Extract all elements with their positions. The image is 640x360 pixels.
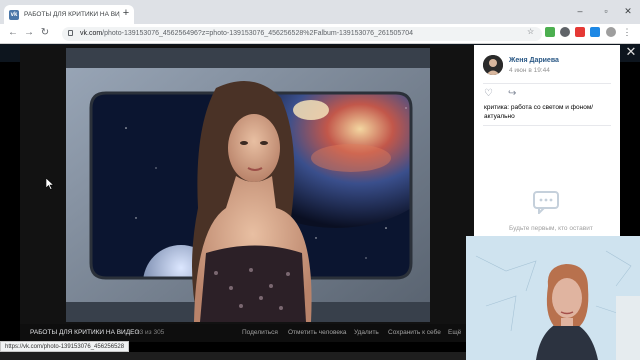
browser-toolbar: ← → ↻ vk.com/photo-139153076_456256496?z…: [0, 24, 640, 44]
no-comments-text: Будьте первым, кто оставит: [509, 225, 593, 232]
screen: vk РАБОТЫ ДЛЯ КРИТИКИ НА ВИДЕ × + – ▫ ✕ …: [0, 0, 640, 360]
taskbar-strip: [0, 352, 466, 360]
photo-info-panel: Женя Дариева 4 июн в 19:44 ♡ ↪ критика: …: [474, 45, 620, 245]
save-button[interactable]: Сохранить к себе: [388, 329, 441, 336]
forward-icon[interactable]: →: [22, 27, 36, 38]
url-path: /photo-139153076_456256496?z=photo-13915…: [102, 30, 413, 37]
menu-icon[interactable]: ⋮: [622, 27, 632, 37]
profile-icon[interactable]: [606, 27, 616, 37]
browser-tabbar: vk РАБОТЫ ДЛЯ КРИТИКИ НА ВИДЕ × + – ▫ ✕: [0, 0, 640, 24]
delete-button[interactable]: Удалить: [354, 329, 379, 336]
url-text: vk.com/photo-139153076_456256496?z=photo…: [80, 30, 413, 37]
status-url-tooltip: https://vk.com/photo-139153076_456256528: [0, 341, 130, 352]
album-title[interactable]: РАБОТЫ ДЛЯ КРИТИКИ НА ВИДЕО: [30, 329, 140, 336]
tab-title: РАБОТЫ ДЛЯ КРИТИКИ НА ВИДЕ: [24, 11, 120, 18]
webcam-video: [466, 236, 640, 360]
bookmark-star-icon[interactable]: ☆: [527, 27, 534, 36]
photo[interactable]: [66, 48, 430, 322]
author-name[interactable]: Женя Дариева: [509, 57, 559, 64]
url-host: vk.com: [80, 30, 103, 37]
divider: [483, 125, 611, 126]
maximize-button[interactable]: ▫: [594, 6, 618, 16]
avatar[interactable]: [483, 55, 503, 75]
comment-icon: [533, 191, 559, 214]
cursor-icon: [46, 178, 54, 190]
more-button[interactable]: Ещё: [448, 329, 461, 336]
browser-tab[interactable]: vk РАБОТЫ ДЛЯ КРИТИКИ НА ВИДЕ ×: [4, 5, 134, 24]
viewer-bottom-bar: РАБОТЫ ДЛЯ КРИТИКИ НА ВИДЕО 13 из 305 По…: [20, 324, 474, 342]
tag-person-button[interactable]: Отметить человека: [288, 329, 347, 336]
minimize-button[interactable]: –: [568, 6, 592, 16]
shield-icon[interactable]: [590, 27, 600, 37]
heart-icon[interactable]: ♡: [484, 88, 493, 99]
reload-icon[interactable]: ↻: [38, 27, 52, 38]
extension-icon[interactable]: [560, 27, 570, 37]
share-button[interactable]: Поделиться: [242, 329, 278, 336]
lock-icon: [68, 30, 73, 36]
vk-icon: vk: [9, 9, 19, 20]
new-tab-button[interactable]: +: [120, 8, 132, 20]
photo-counter: 13 из 305: [136, 329, 165, 336]
extension-icon[interactable]: [545, 27, 555, 37]
divider: [483, 83, 611, 84]
address-bar[interactable]: vk.com/photo-139153076_456256496?z=photo…: [62, 27, 542, 41]
extension-icon[interactable]: [575, 27, 585, 37]
close-window-button[interactable]: ✕: [616, 6, 640, 17]
photo-description: критика: работа со светом и фоном/ актуа…: [484, 104, 594, 120]
close-viewer-icon[interactable]: ✕: [624, 45, 638, 59]
share-icon[interactable]: ↪: [508, 88, 516, 99]
back-icon[interactable]: ←: [6, 27, 20, 38]
post-date[interactable]: 4 июн в 19:44: [509, 67, 550, 74]
